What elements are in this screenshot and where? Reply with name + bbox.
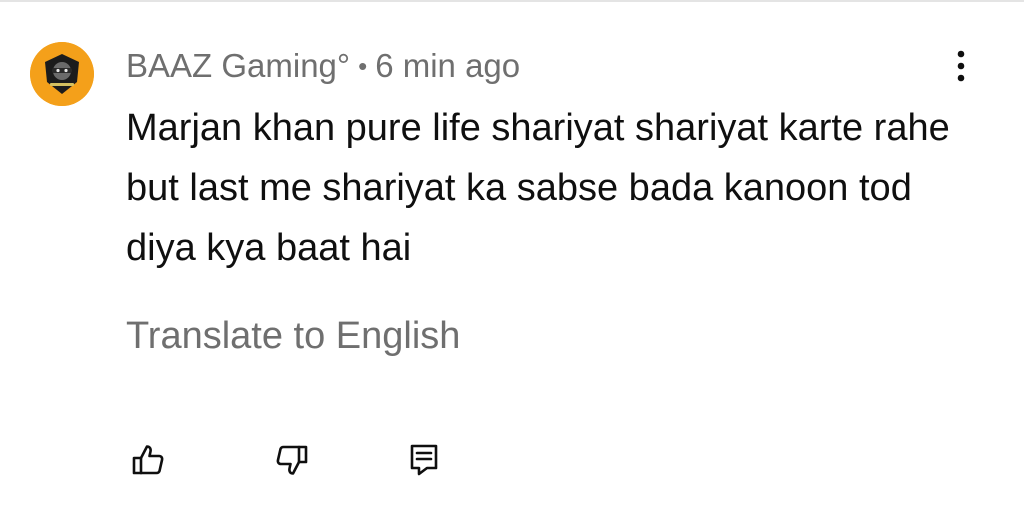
author-name[interactable]: BAAZ Gaming° <box>126 47 350 85</box>
reply-button[interactable] <box>404 440 444 480</box>
translate-button[interactable]: Translate to English <box>126 310 460 362</box>
comment-header: BAAZ Gaming° • 6 min ago <box>126 46 520 86</box>
comment-timestamp: 6 min ago <box>375 47 521 84</box>
like-button[interactable] <box>128 440 168 480</box>
more-vert-icon <box>957 50 965 82</box>
header-separator: • <box>358 50 368 81</box>
reply-comment-icon <box>410 444 438 476</box>
comment-text: Marjan khan pure life shariyat shariyat … <box>126 107 950 269</box>
gaming-logo-icon <box>30 42 94 106</box>
top-divider <box>0 0 1024 2</box>
thumbs-down-icon <box>276 445 308 475</box>
more-options-button[interactable] <box>945 46 977 86</box>
thumbs-up-icon <box>132 445 164 475</box>
avatar[interactable] <box>30 42 94 106</box>
dislike-button[interactable] <box>272 440 312 480</box>
